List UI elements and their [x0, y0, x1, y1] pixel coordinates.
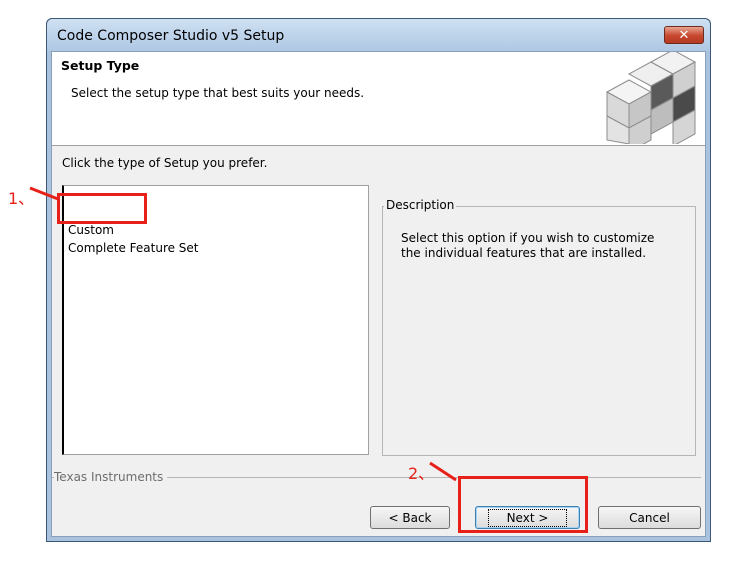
setup-type-list[interactable]: Custom Complete Feature Set	[62, 185, 369, 455]
title-bar[interactable]: Code Composer Studio v5 Setup ✕	[47, 19, 710, 51]
back-button[interactable]: < Back	[370, 506, 450, 529]
cube-logo-icon	[605, 52, 697, 144]
description-legend: Description	[384, 198, 457, 212]
close-button[interactable]: ✕	[664, 26, 704, 44]
company-name: Texas Instruments	[54, 470, 168, 484]
annotation-step1-arrow	[29, 186, 59, 201]
description-group: Select this option if you wish to custom…	[382, 206, 696, 456]
back-button-label: < Back	[388, 510, 432, 525]
cancel-button[interactable]: Cancel	[598, 506, 701, 529]
setup-window: Code Composer Studio v5 Setup ✕ Setup Ty…	[46, 18, 711, 542]
setup-type-complete[interactable]: Complete Feature Set	[66, 240, 201, 256]
annotation-step2-arrow	[429, 461, 457, 482]
description-text: Select this option if you wish to custom…	[401, 231, 655, 260]
dialog-body: Setup Type Select the setup type that be…	[51, 51, 706, 537]
annotation-step1-box	[57, 193, 147, 224]
cancel-button-label: Cancel	[629, 510, 670, 525]
annotation-step2-box	[458, 476, 588, 533]
page-subtitle: Select the setup type that best suits yo…	[71, 86, 365, 100]
setup-type-custom[interactable]: Custom	[66, 222, 116, 238]
close-icon: ✕	[678, 27, 690, 43]
wizard-header: Setup Type Select the setup type that be…	[52, 52, 705, 146]
setup-prompt: Click the type of Setup you prefer.	[62, 156, 268, 170]
window-title: Code Composer Studio v5 Setup	[57, 28, 285, 44]
page-title: Setup Type	[61, 58, 140, 73]
